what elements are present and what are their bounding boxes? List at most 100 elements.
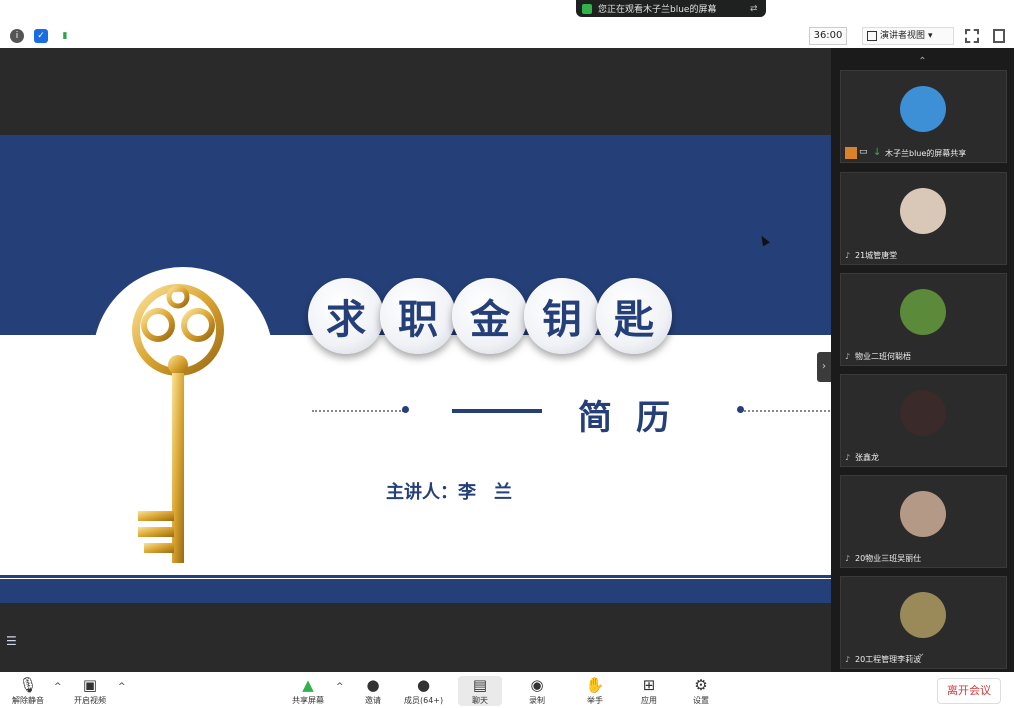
slide-under-area <box>0 603 831 628</box>
participants-label: 成员(64+) <box>404 696 444 705</box>
slide-title: 求 职 金 钥 匙 <box>308 278 672 358</box>
mic-muted-icon: ♪ <box>845 452 851 462</box>
slide-subtitle: 简历 <box>578 398 694 438</box>
chevron-up-icon[interactable]: ⌃ <box>831 56 1014 67</box>
participants-icon: ● <box>417 676 431 694</box>
presentation-slide: 求 职 金 钥 匙 简历 主讲人：李 兰 <box>0 135 831 628</box>
video-options-caret[interactable]: ^ <box>118 682 126 692</box>
start-video-label: 开启视频 <box>74 696 106 705</box>
participant-name: 20物业三班吴丽仕 <box>855 554 922 563</box>
shield-icon[interactable]: ✓ <box>34 29 48 43</box>
slide-bottom-band <box>0 579 831 603</box>
leave-meeting-button[interactable]: 离开会议 <box>937 678 1001 704</box>
participant-tile[interactable]: ♪ 20物业三班吴丽仕 <box>840 475 1007 568</box>
participant-name: 物业二班何聪梧 <box>855 352 911 361</box>
start-video-button[interactable]: ▣ 开启视频 <box>74 676 106 706</box>
audio-options-caret[interactable]: ^ <box>54 682 62 692</box>
fullscreen-icon[interactable] <box>965 29 979 43</box>
mic-muted-icon: ♪ <box>845 250 851 260</box>
share-screen-icon: ▲ <box>302 676 314 694</box>
view-label: 演讲者视图 <box>880 31 926 41</box>
participant-tile[interactable]: ♪ 张鑫龙 <box>840 374 1007 467</box>
grid-icon <box>867 31 877 41</box>
title-char: 金 <box>452 278 528 354</box>
screen-share-icon: ▭ <box>859 147 868 157</box>
divider-dot <box>402 406 409 413</box>
gear-icon: ⚙ <box>694 676 708 694</box>
avatar <box>900 289 946 335</box>
hand-icon: ✋ <box>585 676 605 694</box>
chevron-down-icon[interactable]: ⌄ <box>917 648 925 659</box>
mic-muted-icon: ♪ <box>845 351 851 361</box>
slide-bottom-line <box>0 575 831 578</box>
unmute-button[interactable]: 🎙 解除静音 <box>12 676 44 706</box>
participant-tile[interactable]: ▭ ↓ 木子兰blue的屏幕共享 <box>840 70 1007 163</box>
participant-name: 21城管唐堂 <box>855 251 898 260</box>
chat-button[interactable]: ▤ 聊天 <box>458 676 502 706</box>
participant-name: 木子兰blue的屏幕共享 <box>885 148 967 158</box>
share-indicator-icon <box>582 3 592 14</box>
collapse-strip-button[interactable]: › <box>817 352 831 382</box>
participant-name: 20工程管理李莉波 <box>855 655 922 664</box>
record-label: 录制 <box>529 696 545 705</box>
apps-icon: ⊞ <box>642 676 656 694</box>
title-char: 钥 <box>524 278 600 354</box>
mic-muted-icon: ♪ <box>845 553 851 563</box>
avatar <box>900 390 946 436</box>
title-char: 求 <box>308 278 384 354</box>
title-char: 匙 <box>596 278 672 354</box>
mic-muted-icon: 🎙 <box>18 676 38 694</box>
screen-share-banner[interactable]: 您正在观看木子兰blue的屏幕 ⇄ <box>576 0 766 17</box>
dotted-divider-right <box>744 410 830 412</box>
info-icon[interactable]: i <box>10 29 24 43</box>
mic-muted-icon: ♪ <box>845 654 851 664</box>
avatar <box>900 86 946 132</box>
unmute-label: 解除静音 <box>12 696 44 705</box>
share-options-caret[interactable]: ^ <box>336 682 344 692</box>
chevron-down-icon: ▾ <box>928 31 933 41</box>
raise-hand-button[interactable]: ✋ 举手 <box>584 676 606 706</box>
participant-tile[interactable]: ♪ 21城管唐堂 <box>840 172 1007 265</box>
dotted-divider-left <box>312 410 404 412</box>
participant-tile[interactable]: ♪ 物业二班何聪梧 <box>840 273 1007 366</box>
list-icon[interactable]: ☰ <box>6 634 17 648</box>
window-mode-icon[interactable] <box>993 29 1005 43</box>
speaker-view-button[interactable]: 演讲者视图 ▾ <box>862 27 954 45</box>
meeting-toolbar: 🎙 解除静音 ^ ▣ 开启视频 ^ ▲ 共享屏幕 ^ ● 邀请 ● 成员(64+… <box>0 672 1024 708</box>
settings-button[interactable]: ⚙ 设置 <box>690 676 712 706</box>
invite-button[interactable]: ● 邀请 <box>362 676 384 706</box>
participant-strip: ⌃ ▭ ↓ 木子兰blue的屏幕共享 ♪ 21城管唐堂 ♪ 物业二班何聪梧 ♪ … <box>831 48 1014 672</box>
subtitle-dash <box>452 409 542 413</box>
settings-label: 设置 <box>693 696 709 705</box>
slide-presenter: 主讲人：李 兰 <box>386 482 512 503</box>
meeting-window: 您正在观看木子兰blue的屏幕 ⇄ i ✓ ▮ 36:00 演讲者视图 ▾ 求 … <box>0 0 1024 708</box>
options-icon[interactable]: ⇄ <box>750 4 760 14</box>
chat-label: 聊天 <box>472 696 488 705</box>
record-icon: ◉ <box>530 676 544 694</box>
top-toolbar: i ✓ ▮ 36:00 演讲者视图 ▾ <box>0 24 1024 48</box>
participant-name: 张鑫龙 <box>855 453 879 462</box>
shared-screen: 求 职 金 钥 匙 简历 主讲人：李 兰 ☰ <box>0 48 831 672</box>
mic-on-icon: ↓ <box>873 147 882 158</box>
share-screen-button[interactable]: ▲ 共享屏幕 <box>292 676 324 706</box>
share-screen-label: 共享屏幕 <box>292 696 324 705</box>
invite-icon: ● <box>366 676 380 694</box>
meeting-timer: 36:00 <box>809 27 847 45</box>
avatar <box>900 188 946 234</box>
share-banner-text: 您正在观看木子兰blue的屏幕 <box>598 5 717 15</box>
apps-label: 应用 <box>641 696 657 705</box>
golden-key-icon <box>132 284 224 563</box>
avatar <box>900 592 946 638</box>
user-icon <box>845 147 857 159</box>
raise-hand-label: 举手 <box>587 696 603 705</box>
participants-button[interactable]: ● 成员(64+) <box>404 676 443 706</box>
signal-icon[interactable]: ▮ <box>58 29 72 43</box>
divider-dot <box>737 406 744 413</box>
record-button[interactable]: ◉ 录制 <box>526 676 548 706</box>
avatar <box>900 491 946 537</box>
chat-icon: ▤ <box>472 676 488 694</box>
title-char: 职 <box>380 278 456 354</box>
video-off-icon: ▣ <box>82 676 98 694</box>
invite-label: 邀请 <box>365 696 381 705</box>
apps-button[interactable]: ⊞ 应用 <box>638 676 660 706</box>
